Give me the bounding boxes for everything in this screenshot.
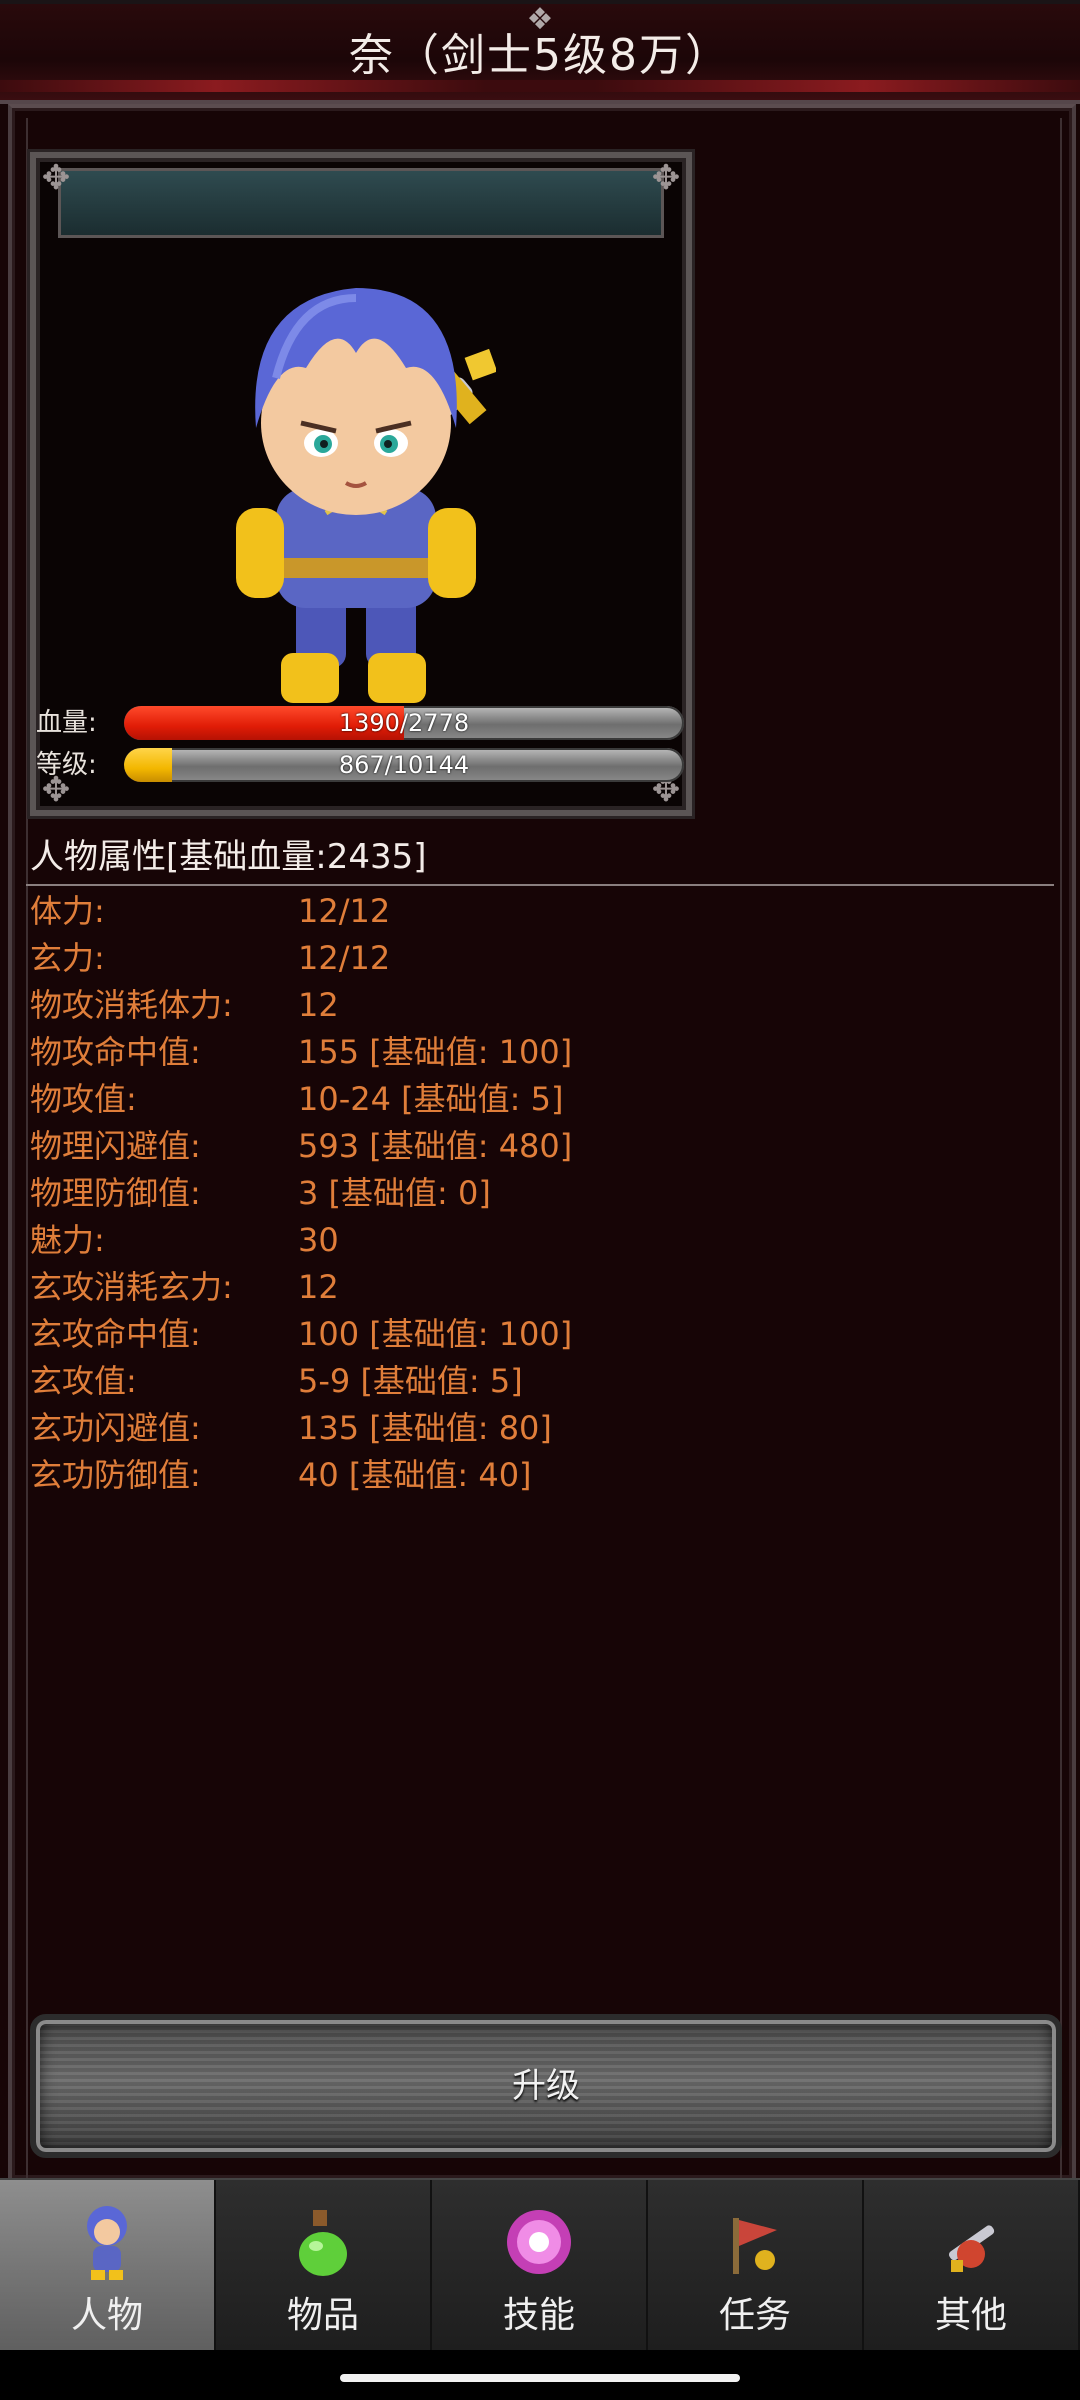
level-value: 867/10144 [338,751,470,779]
attribute-value: 10-24 [基础值: 5] [298,1080,564,1118]
attribute-value: 40 [基础值: 40] [298,1456,532,1494]
skill-orb-icon [507,2210,571,2274]
bottom-navigation: 人物 物品 技能 任务 其他 [0,2178,1080,2352]
level-bar: 867/10144 [124,748,684,782]
upgrade-button[interactable]: 升级 [30,2014,1062,2158]
attribute-name: 玄力: [30,939,105,977]
hp-bar-row: 血量: 1390/2778 [36,706,686,740]
nav-tab[interactable]: 物品 [216,2180,432,2352]
attribute-value: 3 [基础值: 0] [298,1174,491,1212]
attribute-row: 物攻值: 10-24 [基础值: 5] [30,1076,1050,1123]
attribute-value: 12/12 [298,939,391,977]
attributes-divider [26,884,1054,886]
hp-value: 1390/2778 [338,709,470,737]
attribute-name: 体力: [30,892,105,930]
attribute-name: 玄攻命中值: [30,1315,201,1353]
hp-bar: 1390/2778 [124,706,684,740]
attribute-row: 玄功防御值: 40 [基础值: 40] [30,1452,1050,1499]
attribute-value: 12/12 [298,892,391,930]
page-title: 奈（剑士5级8万） [349,30,731,81]
attribute-value: 12 [298,986,339,1024]
attribute-name: 玄攻值: [30,1362,137,1400]
corner-ornament-icon: ✥ [41,158,71,198]
home-indicator[interactable] [340,2374,740,2382]
nav-tab[interactable]: 技能 [432,2180,648,2352]
attribute-row: 玄攻消耗玄力: 12 [30,1264,1050,1311]
attribute-value: 593 [基础值: 480] [298,1127,573,1165]
attributes-header: 人物属性[基础血量:2435] [30,837,427,877]
attribute-name: 玄功闪避值: [30,1409,201,1447]
nav-tab-label: 任务 [718,2295,791,2336]
attribute-name: 物攻命中值: [30,1033,201,1071]
attribute-value: 155 [基础值: 100] [298,1033,573,1071]
attribute-name: 物理闪避值: [30,1127,201,1165]
attribute-name: 物理防御值: [30,1174,201,1212]
upgrade-button-label: 升级 [512,2066,580,2106]
attribute-row: 体力: 12/12 [30,888,1050,935]
attribute-name: 物攻值: [30,1080,137,1118]
attribute-row: 魅力: 30 [30,1217,1050,1264]
attribute-row: 玄攻值: 5-9 [基础值: 5] [30,1358,1050,1405]
attribute-name: 玄功防御值: [30,1456,201,1494]
nav-tab[interactable]: 任务 [648,2180,864,2352]
nav-tab-label: 物品 [286,2295,359,2336]
nav-tab-label: 其他 [934,2295,1007,2336]
potion-icon [299,2210,347,2276]
attribute-value: 12 [298,1268,339,1306]
character-portrait-panel: ✥ ✥ ✥ ✥ 血量: 1390/2778 等级: 867/10144 [30,152,692,816]
attribute-value: 100 [基础值: 100] [298,1315,573,1353]
attribute-name: 物攻消耗体力: [30,986,233,1024]
nav-tab[interactable]: 其他 [864,2180,1080,2352]
attribute-value: 135 [基础值: 80] [298,1409,552,1447]
character-avatar [236,288,496,703]
nav-tab-label: 人物 [70,2295,143,2336]
attribute-row: 玄力: 12/12 [30,935,1050,982]
attribute-value: 30 [298,1221,339,1259]
corner-ornament-icon: ✥ [651,158,681,198]
attribute-row: 玄功闪避值: 135 [基础值: 80] [30,1405,1050,1452]
attribute-row: 玄攻命中值: 100 [基础值: 100] [30,1311,1050,1358]
attribute-row: 物攻命中值: 155 [基础值: 100] [30,1029,1050,1076]
attribute-row: 物理防御值: 3 [基础值: 0] [30,1170,1050,1217]
level-label: 等级: [36,750,97,780]
character-icon [87,2206,127,2280]
attributes-list: 体力: 12/12 玄力: 12/12 物攻消耗体力: 12 物攻命中值: 155 [基础值:… [30,888,1050,1499]
hp-label: 血量: [36,708,97,738]
attribute-name: 玄攻消耗玄力: [30,1268,233,1306]
title-bar: ❖ 奈（剑士5级8万） [0,0,1080,104]
portrait-header-plate [58,168,664,238]
quest-flag-icon [733,2218,777,2274]
attribute-row: 物理闪避值: 593 [基础值: 480] [30,1123,1050,1170]
attribute-name: 魅力: [30,1221,105,1259]
attribute-row: 物攻消耗体力: 12 [30,982,1050,1029]
sword-other-icon [948,2225,995,2272]
nav-tab[interactable]: 人物 [0,2180,216,2352]
attribute-value: 5-9 [基础值: 5] [298,1362,523,1400]
level-bar-row: 等级: 867/10144 [36,748,686,782]
nav-tab-label: 技能 [502,2295,575,2336]
